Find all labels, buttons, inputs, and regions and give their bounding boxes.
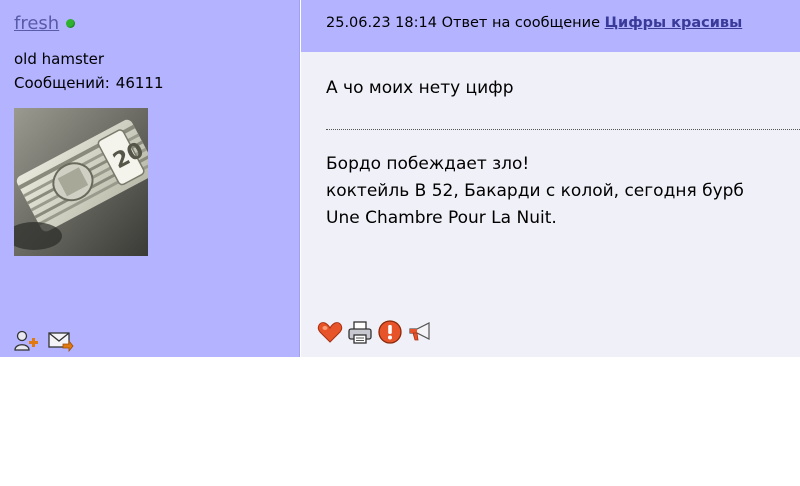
message-count-value: 46111: [115, 74, 164, 92]
avatar: 20: [14, 108, 148, 256]
reply-link[interactable]: Цифры красивы: [605, 15, 743, 31]
post-date: 25.06.23 18:14: [326, 15, 437, 31]
user-actions: [14, 330, 74, 353]
user-title: old hamster: [14, 50, 105, 68]
signature-line: Бордо побеждает зло!: [326, 154, 530, 174]
signature-line: Une Chambre Pour La Nuit.: [326, 208, 557, 228]
message-count-label: Сообщений:: [14, 74, 110, 92]
online-status-icon: [66, 19, 76, 28]
username-row: fresh: [14, 13, 76, 34]
signature-separator: [326, 129, 800, 130]
megaphone-icon[interactable]: [407, 319, 433, 345]
post-header-text: 25.06.23 18:14 Ответ на сообщение Цифры …: [326, 15, 742, 31]
signature: Бордо побеждает зло! коктейль В 52, Бака…: [326, 151, 744, 232]
forum-post: fresh old hamster Сообщений: 46111 20 25…: [0, 0, 800, 357]
username-link[interactable]: fresh: [14, 13, 59, 34]
user-sidebar: fresh old hamster Сообщений: 46111 20: [0, 0, 300, 357]
print-icon[interactable]: [347, 319, 373, 345]
reply-prefix: Ответ на сообщение: [441, 15, 600, 31]
send-message-icon[interactable]: [48, 330, 74, 353]
signature-line: коктейль В 52, Бакарди с колой, сегодня …: [326, 181, 744, 201]
message-count: Сообщений: 46111: [14, 74, 164, 92]
report-icon[interactable]: [377, 319, 403, 345]
money-roll-avatar-image: 20: [14, 108, 148, 256]
post-actions: [317, 319, 433, 345]
heart-icon[interactable]: [317, 319, 343, 345]
post-content: А чо моих нету цифр Бордо побеждает зло!…: [301, 52, 800, 357]
add-friend-icon[interactable]: [14, 330, 40, 352]
post-message: А чо моих нету цифр: [326, 78, 514, 98]
post-header: 25.06.23 18:14 Ответ на сообщение Цифры …: [301, 0, 800, 52]
